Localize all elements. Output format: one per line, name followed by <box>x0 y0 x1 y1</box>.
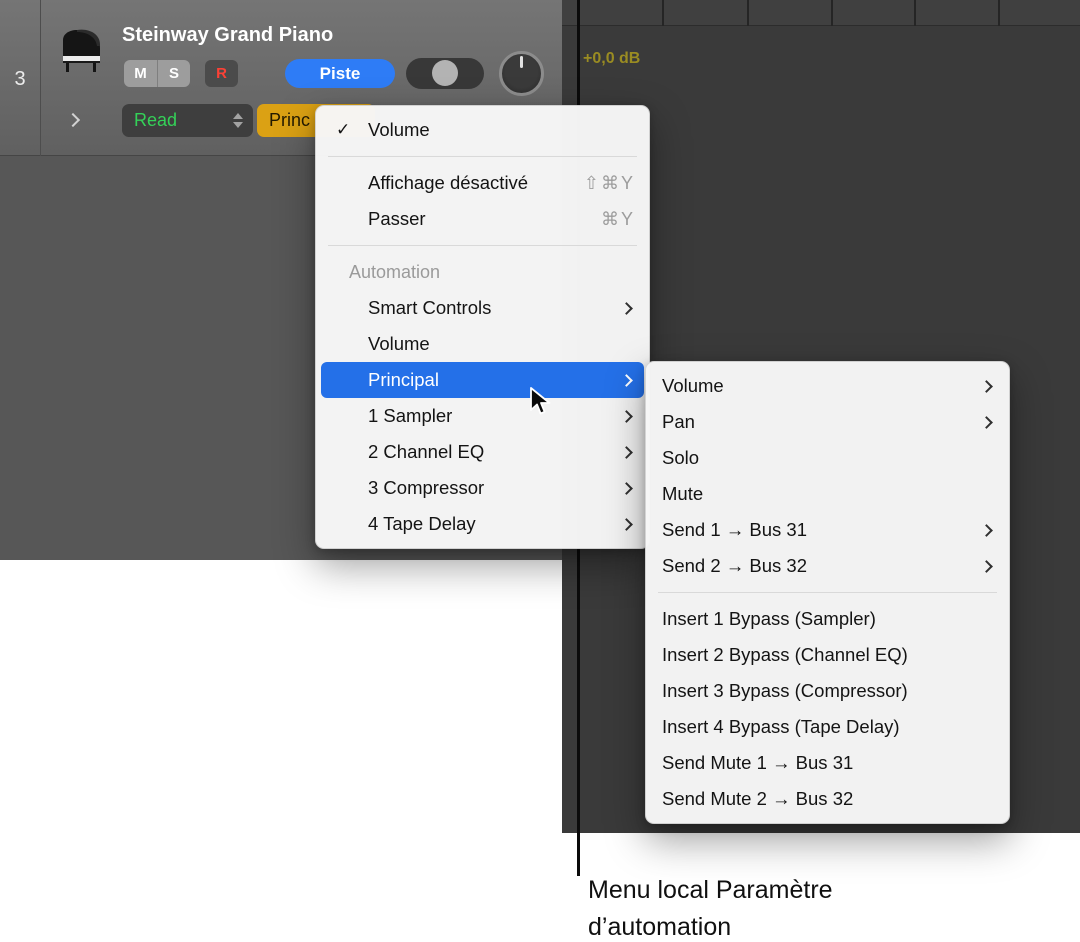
menu-item-4-tape-delay[interactable]: 4 Tape Delay <box>316 506 649 542</box>
submenu-chevron-icon <box>980 380 993 393</box>
screenshot-root: +0,0 dB 3 Steinway Grand Piano M S R Pis… <box>0 0 1080 942</box>
menu-item-2-channel-eq[interactable]: 2 Channel EQ <box>316 434 649 470</box>
menu-item-principal[interactable]: Principal <box>321 362 644 398</box>
menu-item-send-2-bus-32[interactable]: Send 2 → Bus 32 <box>646 548 1009 584</box>
menu-item-label: Volume <box>368 119 430 141</box>
menu-section-header-automation: Automation <box>316 254 649 290</box>
up-down-arrows-icon <box>233 113 243 128</box>
mute-button[interactable]: M <box>124 60 157 87</box>
automation-parameter-menu: ✓ Volume Affichage désactivé ⇧⌘Y Passer ⌘Y Aut… <box>315 105 650 549</box>
submenu-chevron-icon <box>620 302 633 315</box>
ruler-tick <box>998 0 1000 26</box>
ruler-tick <box>831 0 833 26</box>
shortcut-label: ⌘Y <box>601 209 635 230</box>
menu-item-label: Volume <box>368 333 430 355</box>
menu-item-label: Send Mute 1 → Bus 31 <box>662 752 853 774</box>
submenu-chevron-icon <box>620 410 633 423</box>
menu-item-insert-3-bypass-compressor[interactable]: Insert 3 Bypass (Compressor) <box>646 673 1009 709</box>
submenu-chevron-icon <box>980 524 993 537</box>
automation-mode-select[interactable]: Read <box>122 104 253 137</box>
menu-item-label: Smart Controls <box>368 297 491 319</box>
menu-item-send-mute-2-bus-32[interactable]: Send Mute 2 → Bus 32 <box>646 781 1009 817</box>
caption: Menu local Paramètre d’automation <box>588 872 833 942</box>
menu-item-label: Mute <box>662 483 703 505</box>
shortcut-label: ⇧⌘Y <box>584 173 635 194</box>
ruler-tick <box>662 0 664 26</box>
menu-item-label: Insert 4 Bypass (Tape Delay) <box>662 716 900 738</box>
menu-separator <box>328 245 637 246</box>
mute-solo-group: M S <box>124 60 190 87</box>
submenu-chevron-icon <box>980 416 993 429</box>
menu-item-label: Send Mute 2 → Bus 32 <box>662 788 853 810</box>
menu-item-volume[interactable]: Volume <box>316 326 649 362</box>
automation-mode-label: Read <box>134 110 177 131</box>
menu-item-solo[interactable]: Solo <box>646 440 1009 476</box>
menu-item-1-sampler[interactable]: 1 Sampler <box>316 398 649 434</box>
caption-line-1: Menu local Paramètre <box>588 872 833 909</box>
menu-item-label: 4 Tape Delay <box>368 513 476 535</box>
menu-item-passer[interactable]: Passer ⌘Y <box>316 201 649 237</box>
menu-item-label: 1 Sampler <box>368 405 452 427</box>
principal-submenu: Volume Pan Solo Mute Send 1 → Bus 31 Send 2 →… <box>645 361 1010 824</box>
menu-item-3-compressor[interactable]: 3 Compressor <box>316 470 649 506</box>
menu-item-affichage-desactive[interactable]: Affichage désactivé ⇧⌘Y <box>316 165 649 201</box>
volume-knob[interactable] <box>499 51 544 96</box>
menu-item-label: Send 2 → Bus 32 <box>662 555 807 577</box>
menu-item-label: Volume <box>662 375 724 397</box>
menu-item-insert-4-bypass-tape-delay[interactable]: Insert 4 Bypass (Tape Delay) <box>646 709 1009 745</box>
caption-line-2: d’automation <box>588 909 833 942</box>
ruler-tick <box>747 0 749 26</box>
menu-item-smart-controls[interactable]: Smart Controls <box>316 290 649 326</box>
menu-item-label: 3 Compressor <box>368 477 484 499</box>
menu-item-send-mute-1-bus-31[interactable]: Send Mute 1 → Bus 31 <box>646 745 1009 781</box>
track-title: Steinway Grand Piano <box>122 24 333 47</box>
menu-separator <box>328 156 637 157</box>
checkmark-icon: ✓ <box>336 120 350 140</box>
menu-item-label: Send 1 → Bus 31 <box>662 519 807 541</box>
menu-item-volume[interactable]: ✓ Volume <box>316 112 649 148</box>
menu-item-label: Insert 3 Bypass (Compressor) <box>662 680 908 702</box>
track-on-toggle[interactable] <box>406 58 484 89</box>
submenu-chevron-icon <box>620 482 633 495</box>
menu-item-volume[interactable]: Volume <box>646 368 1009 404</box>
menu-item-insert-1-bypass-sampler[interactable]: Insert 1 Bypass (Sampler) <box>646 601 1009 637</box>
menu-item-mute[interactable]: Mute <box>646 476 1009 512</box>
menu-separator <box>658 592 997 593</box>
menu-item-label: 2 Channel EQ <box>368 441 484 463</box>
menu-item-label: Pan <box>662 411 695 433</box>
menu-item-label: Principal <box>368 369 439 391</box>
menu-item-insert-2-bypass-channel-eq[interactable]: Insert 2 Bypass (Channel EQ) <box>646 637 1009 673</box>
record-enable-button[interactable]: R <box>205 60 238 87</box>
submenu-chevron-icon <box>620 518 633 531</box>
menu-item-send-1-bus-31[interactable]: Send 1 → Bus 31 <box>646 512 1009 548</box>
grand-piano-icon[interactable] <box>56 26 106 79</box>
ruler-tick <box>914 0 916 26</box>
knob-pointer <box>520 56 523 68</box>
piste-button[interactable]: Piste <box>285 59 395 88</box>
toggle-knob <box>432 60 458 86</box>
menu-item-label: Insert 1 Bypass (Sampler) <box>662 608 876 630</box>
mouse-cursor-icon <box>528 386 554 416</box>
menu-item-label: Affichage désactivé <box>368 172 528 194</box>
menu-item-label: Passer <box>368 208 426 230</box>
disclosure-chevron-icon[interactable] <box>68 112 78 130</box>
menu-item-label: Insert 2 Bypass (Channel EQ) <box>662 644 908 666</box>
automation-db-value: +0,0 dB <box>583 50 640 68</box>
solo-button[interactable]: S <box>157 60 190 87</box>
track-number-divider <box>40 0 41 156</box>
menu-item-label: Solo <box>662 447 699 469</box>
ruler-strip <box>562 0 1080 26</box>
submenu-chevron-icon <box>620 446 633 459</box>
submenu-chevron-icon <box>980 560 993 573</box>
submenu-chevron-icon <box>620 374 633 387</box>
menu-item-pan[interactable]: Pan <box>646 404 1009 440</box>
track-number: 3 <box>0 68 40 91</box>
